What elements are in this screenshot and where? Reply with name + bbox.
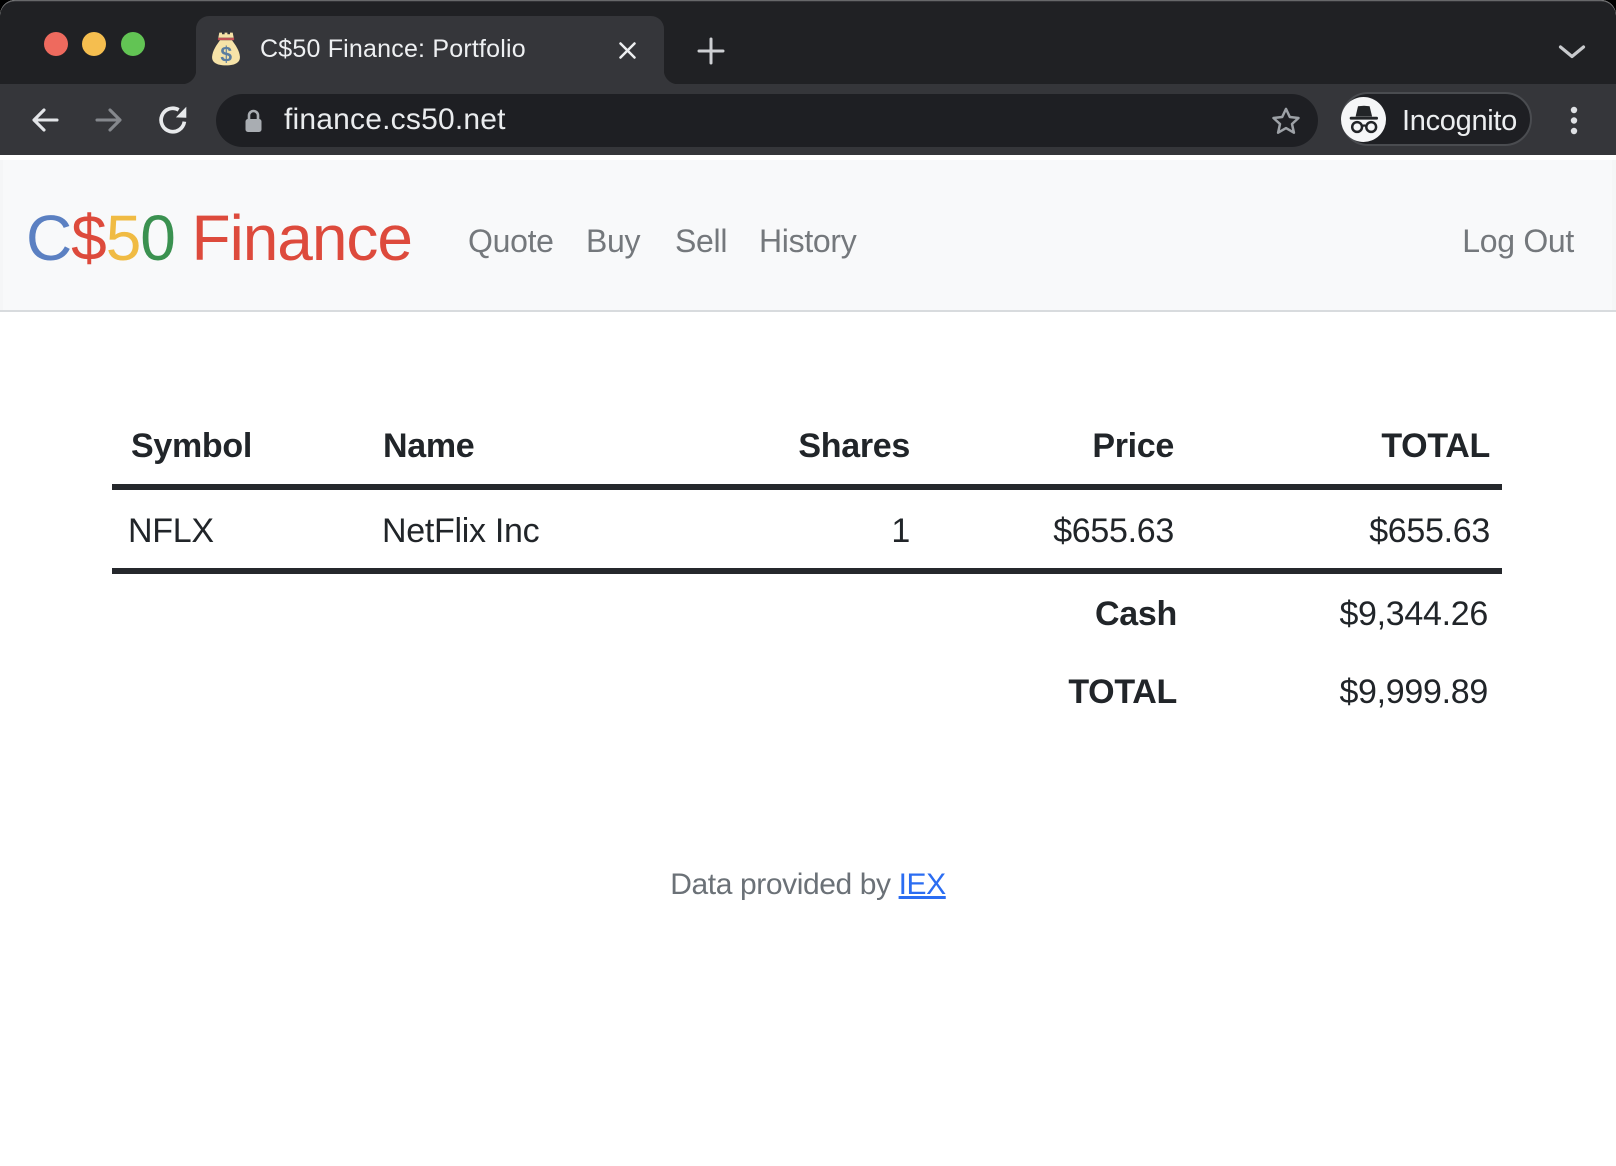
svg-text:$: $ (220, 44, 232, 67)
